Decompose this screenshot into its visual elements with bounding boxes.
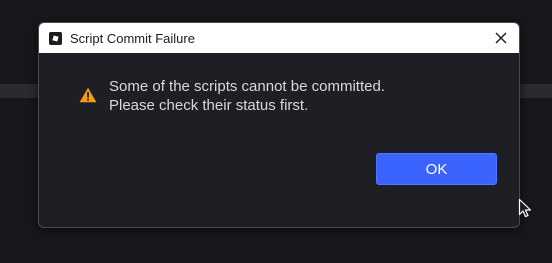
message-row: Some of the scripts cannot be committed.… (79, 77, 385, 115)
dialog-message: Some of the scripts cannot be committed.… (109, 77, 385, 115)
mouse-cursor-icon (518, 198, 532, 218)
roblox-studio-icon (49, 31, 62, 45)
close-button[interactable] (489, 26, 513, 50)
close-icon (495, 32, 507, 44)
background-toolbar-strip (518, 84, 552, 98)
background-toolbar-strip (0, 84, 40, 98)
warning-icon (79, 87, 97, 103)
message-line: Please check their status first. (109, 97, 309, 114)
message-line: Some of the scripts cannot be committed. (109, 78, 385, 95)
dialog-title: Script Commit Failure (70, 30, 195, 46)
dialog-titlebar[interactable]: Script Commit Failure (39, 23, 519, 53)
script-commit-failure-dialog: Script Commit Failure Some of the script… (38, 22, 520, 228)
ok-button[interactable]: OK (376, 153, 497, 185)
